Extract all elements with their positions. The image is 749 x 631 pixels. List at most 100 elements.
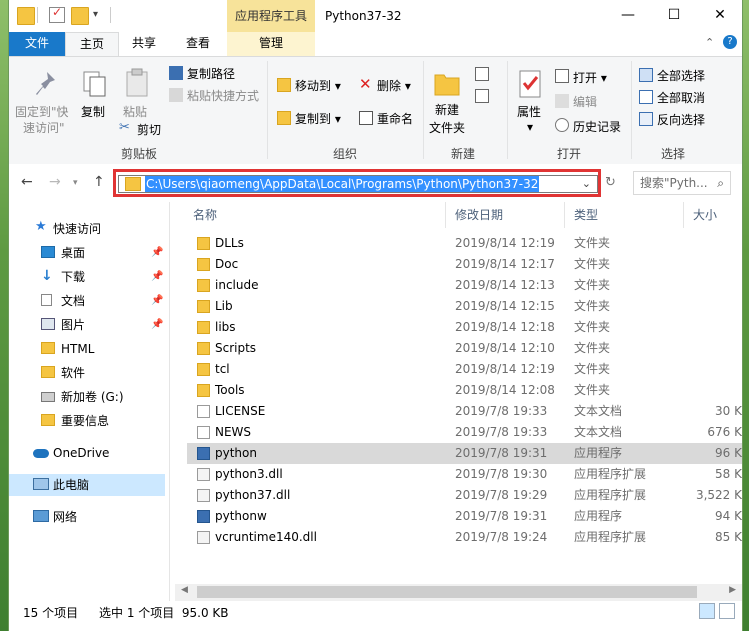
select-none-button[interactable]: 全部取消 (657, 89, 705, 106)
file-row[interactable]: include 2019/8/14 12:13 文件夹 (187, 275, 742, 296)
help-icon[interactable]: ? (723, 35, 737, 49)
nav-desktop[interactable]: 桌面 📌 (9, 242, 165, 264)
horizontal-scrollbar[interactable]: ◀ ▶ (175, 584, 742, 601)
file-type: 应用程序扩展 (574, 467, 647, 481)
paste-button[interactable]: 粘贴 (123, 103, 147, 120)
minimize-button[interactable]: — (605, 0, 651, 30)
refresh-icon[interactable]: ↻ (605, 175, 616, 190)
properties-quick-icon[interactable]: ✓ (49, 5, 65, 23)
invert-selection-icon (639, 112, 653, 126)
easy-access-icon[interactable] (475, 89, 489, 103)
download-icon: ↓ (41, 268, 53, 284)
column-name[interactable]: 名称 (193, 206, 217, 223)
file-date: 2019/8/14 12:08 (455, 383, 555, 397)
delete-button[interactable]: 删除 ▾ (377, 77, 411, 94)
invert-selection-button[interactable]: 反向选择 (657, 111, 705, 128)
large-icons-view-icon[interactable] (719, 603, 735, 619)
chevron-down-icon[interactable]: ⌄ (582, 176, 591, 192)
column-size[interactable]: 大小 (693, 206, 717, 223)
forward-arrow-icon[interactable]: → (49, 174, 61, 190)
file-list: 名称 修改日期 类型 大小 DLLs 2019/8/14 12:19 文件夹 Doc 2… (175, 202, 742, 580)
customize-quick-access-icon[interactable]: ▾ (93, 7, 109, 23)
recent-locations-icon[interactable]: ▾ (73, 178, 78, 188)
copy-to-button[interactable]: 复制到 ▾ (295, 110, 341, 127)
title-bar: ✓ ▾ 应用程序工具 Python37-32 — ☐ ✕ (9, 0, 742, 32)
pin-icon[interactable]: 📌 (151, 290, 163, 312)
nav-documents[interactable]: 文档 📌 (9, 290, 165, 312)
new-folder-button[interactable]: 新建 (435, 101, 459, 118)
new-folder-quick-icon[interactable] (71, 7, 89, 25)
file-row[interactable]: python 2019/7/8 19:31 应用程序 96 K (187, 443, 742, 464)
pin-icon[interactable]: 📌 (151, 314, 163, 336)
tab-home[interactable]: 主页 (65, 32, 119, 57)
file-row[interactable]: vcruntime140.dll 2019/7/8 19:24 应用程序扩展 85 K (187, 527, 742, 548)
file-row[interactable]: Scripts 2019/8/14 12:10 文件夹 (187, 338, 742, 359)
file-row[interactable]: Tools 2019/8/14 12:08 文件夹 (187, 380, 742, 401)
rename-button[interactable]: 重命名 (377, 110, 413, 127)
file-row[interactable]: python3.dll 2019/7/8 19:30 应用程序扩展 58 K (187, 464, 742, 485)
copy-path-button[interactable]: 复制路径 (187, 65, 235, 82)
new-item-icon[interactable] (475, 67, 489, 81)
pin-icon[interactable]: 📌 (151, 242, 163, 264)
nav-onedrive[interactable]: OneDrive (9, 442, 165, 464)
collapse-ribbon-icon[interactable]: ⌃ (705, 36, 714, 49)
pin-icon[interactable]: 📌 (151, 266, 163, 288)
file-size: 85 K (715, 530, 742, 544)
address-bar[interactable]: C:\Users\qiaomeng\AppData\Local\Programs… (118, 175, 598, 193)
up-arrow-icon[interactable]: ↑ (93, 174, 105, 190)
move-to-button[interactable]: 移动到 ▾ (295, 77, 341, 94)
explorer-window: ✓ ▾ 应用程序工具 Python37-32 — ☐ ✕ 文件 主页 共享 查看… (8, 0, 743, 631)
file-name: pythonw (215, 509, 267, 523)
pin-quick-access-button[interactable]: 固定到"快 (15, 103, 69, 120)
nav-network[interactable]: 网络 (9, 506, 165, 528)
properties-button[interactable]: 属性 ▾ (517, 103, 541, 134)
scroll-left-icon[interactable]: ◀ (181, 585, 188, 595)
file-row[interactable]: DLLs 2019/8/14 12:19 文件夹 (187, 233, 742, 254)
dll-file-icon (197, 468, 210, 481)
scroll-thumb[interactable] (197, 586, 697, 598)
tab-view[interactable]: 查看 (173, 32, 223, 56)
maximize-button[interactable]: ☐ (651, 0, 697, 30)
column-separator[interactable] (564, 202, 565, 228)
file-row[interactable]: pythonw 2019/7/8 19:31 应用程序 94 K (187, 506, 742, 527)
nav-drive-g[interactable]: 新加卷 (G:) (9, 386, 165, 408)
nav-quick-access[interactable]: ★ 快速访问 (9, 218, 165, 240)
history-button[interactable]: 历史记录 (573, 118, 621, 135)
address-path[interactable]: C:\Users\qiaomeng\AppData\Local\Programs… (145, 176, 540, 192)
file-type: 文件夹 (574, 362, 611, 376)
file-row[interactable]: Lib 2019/8/14 12:15 文件夹 (187, 296, 742, 317)
edit-button[interactable]: 编辑 (573, 93, 597, 110)
tab-manage[interactable]: 管理 (227, 32, 315, 57)
details-view-icon[interactable] (699, 603, 715, 619)
pane-divider[interactable] (169, 202, 170, 602)
file-row[interactable]: python37.dll 2019/7/8 19:29 应用程序扩展 3,522 K (187, 485, 742, 506)
column-date[interactable]: 修改日期 (455, 206, 503, 223)
column-separator[interactable] (445, 202, 446, 228)
file-row[interactable]: NEWS 2019/7/8 19:33 文本文档 676 K (187, 422, 742, 443)
file-size: 3,522 K (695, 488, 742, 502)
nav-pictures[interactable]: 图片 📌 (9, 314, 165, 336)
column-separator[interactable] (683, 202, 684, 228)
tab-file[interactable]: 文件 (9, 32, 65, 56)
nav-html[interactable]: HTML (9, 338, 165, 360)
file-row[interactable]: libs 2019/8/14 12:18 文件夹 (187, 317, 742, 338)
open-button[interactable]: 打开 ▾ (573, 69, 607, 86)
nav-this-pc[interactable]: 此电脑 (9, 474, 165, 496)
file-row[interactable]: tcl 2019/8/14 12:19 文件夹 (187, 359, 742, 380)
select-all-button[interactable]: 全部选择 (657, 67, 705, 84)
tab-share[interactable]: 共享 (121, 32, 167, 56)
nav-software[interactable]: 软件 (9, 362, 165, 384)
copy-button[interactable]: 复制 (81, 103, 105, 120)
paste-shortcut-button[interactable]: 粘贴快捷方式 (187, 87, 259, 104)
search-input[interactable]: 搜索"Pyth... ⌕ (633, 171, 731, 195)
history-icon (555, 118, 569, 132)
nav-important-info[interactable]: 重要信息 (9, 410, 165, 432)
close-button[interactable]: ✕ (697, 0, 743, 30)
scroll-right-icon[interactable]: ▶ (729, 585, 736, 595)
column-type[interactable]: 类型 (574, 206, 598, 223)
back-arrow-icon[interactable]: ← (21, 174, 33, 190)
file-row[interactable]: Doc 2019/8/14 12:17 文件夹 (187, 254, 742, 275)
nav-downloads[interactable]: ↓ 下载 📌 (9, 266, 165, 288)
file-row[interactable]: LICENSE 2019/7/8 19:33 文本文档 30 K (187, 401, 742, 422)
cut-button[interactable]: 剪切 (137, 121, 161, 138)
